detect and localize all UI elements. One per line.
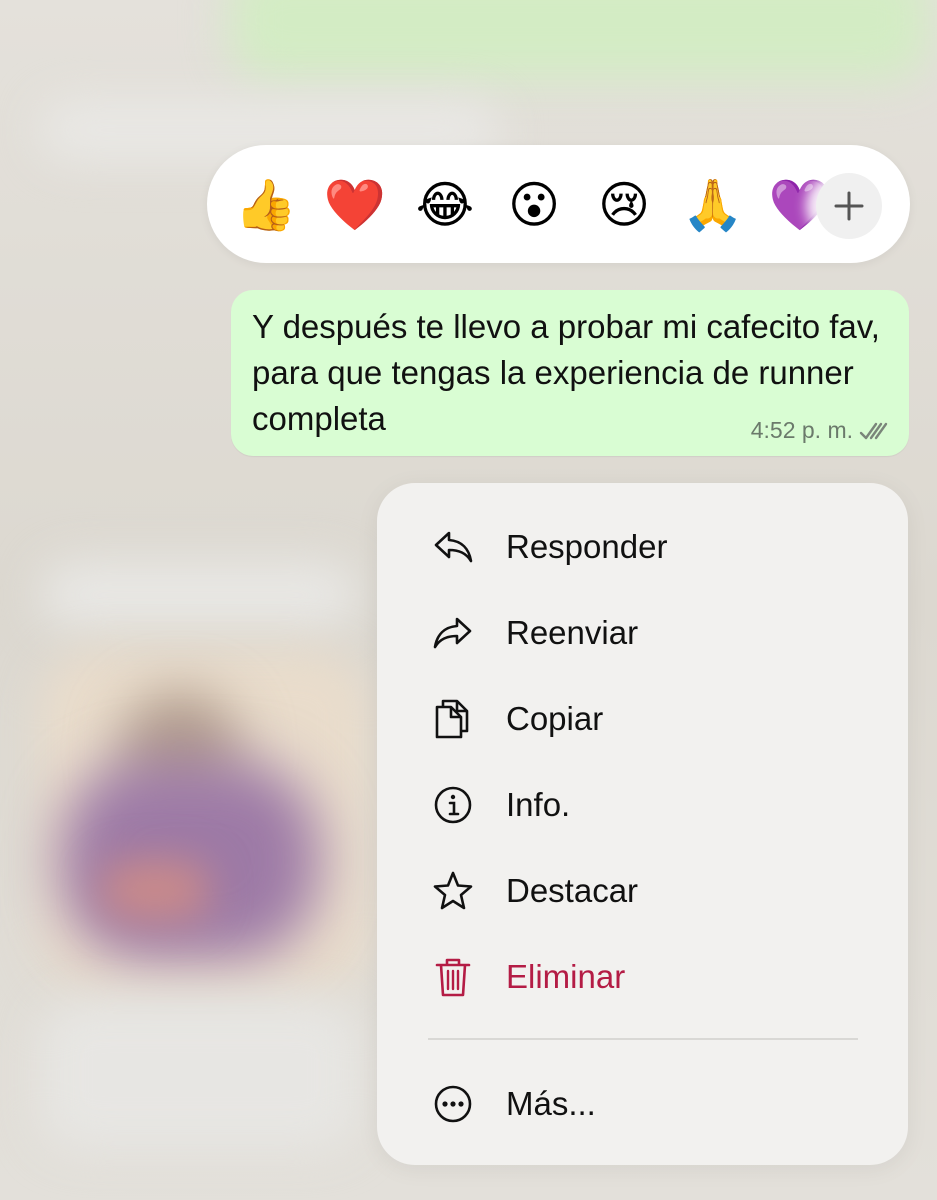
reaction-bar: 👍 ❤️ 😂 😮 😢 🙏 💜	[207, 145, 910, 263]
reaction-crying-face[interactable]: 😢	[594, 175, 654, 235]
reaction-surprised-face[interactable]: 😮	[504, 175, 564, 235]
forward-icon	[429, 609, 477, 657]
menu-item-label: Responder	[506, 528, 668, 565]
menu-item-label: Destacar	[506, 872, 639, 909]
menu-divider	[428, 1038, 858, 1040]
menu-item-responder[interactable]: Responder	[377, 510, 908, 584]
menu-item-label: Reenviar	[506, 614, 639, 651]
reaction-folded-hands[interactable]: 🙏	[682, 175, 744, 235]
menu-item-destacar[interactable]: Destacar	[377, 854, 908, 928]
menu-item-label: Info.	[506, 786, 571, 823]
more-reactions-button[interactable]	[816, 173, 882, 239]
menu-item-mas[interactable]: Más...	[377, 1067, 908, 1141]
reaction-thumbs-up[interactable]: 👍	[235, 175, 297, 235]
blurred-message-bubble	[40, 1000, 360, 1150]
blurred-photo-detail	[60, 760, 320, 960]
menu-item-label: Eliminar	[506, 958, 626, 995]
copy-icon	[429, 695, 477, 743]
star-icon	[429, 867, 477, 915]
menu-item-label: Más...	[506, 1085, 596, 1122]
reply-icon	[429, 523, 477, 571]
menu-item-copiar[interactable]: Copiar	[377, 682, 908, 756]
menu-item-eliminar[interactable]: Eliminar	[377, 940, 908, 1014]
blurred-message-bubble	[40, 560, 360, 630]
reaction-red-heart[interactable]: ❤️	[324, 175, 386, 235]
plus-icon	[834, 191, 864, 221]
blurred-message-bubble	[230, 0, 930, 80]
menu-item-info[interactable]: Info.	[377, 768, 908, 842]
message-bubble[interactable]: Y después te llevo a probar mi cafecito …	[231, 290, 909, 456]
info-icon	[429, 781, 477, 829]
message-context-menu: Responder Reenviar Copiar Info. Destacar…	[377, 483, 908, 1165]
menu-item-reenviar[interactable]: Reenviar	[377, 596, 908, 670]
message-time: 4:52 p. m.	[750, 417, 853, 443]
message-meta: 4:52 p. m.	[751, 417, 889, 444]
menu-item-label: Copiar	[506, 700, 604, 737]
blurred-photo-detail	[100, 860, 210, 920]
trash-icon	[429, 953, 477, 1001]
more-icon	[429, 1080, 477, 1128]
double-check-icon	[859, 422, 888, 439]
reaction-tears-of-joy[interactable]: 😂	[415, 175, 475, 235]
